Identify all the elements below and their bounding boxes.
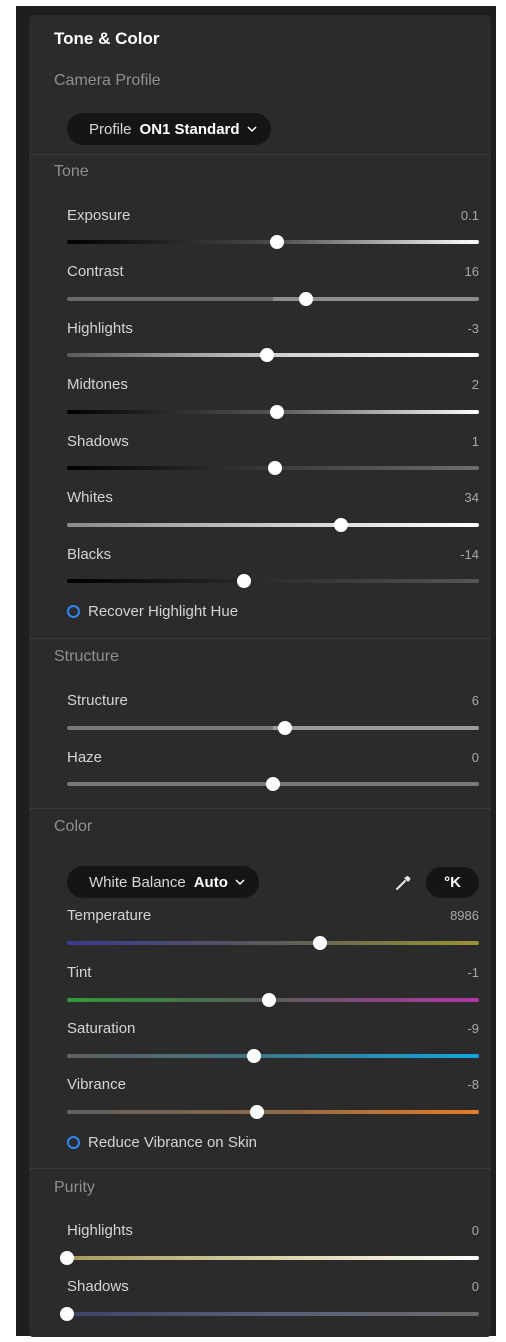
purity-highlights-slider-thumb[interactable] xyxy=(60,1251,74,1265)
section-divider xyxy=(29,1168,491,1169)
shadows-label: Shadows xyxy=(67,433,129,450)
exposure-slider-thumb[interactable] xyxy=(270,235,285,249)
saturation-slider-thumb[interactable] xyxy=(247,1049,262,1063)
color-section-title: Color xyxy=(54,818,93,835)
white-balance-value: Auto xyxy=(193,873,228,891)
highlights-label: Highlights xyxy=(67,320,133,337)
haze-label: Haze xyxy=(67,749,103,766)
vibrance-slider-thumb[interactable] xyxy=(249,1105,264,1119)
tint-slider-thumb[interactable] xyxy=(261,993,276,1007)
vibrance-value: -8 xyxy=(467,1077,479,1092)
camera-profile-section-title: Camera Profile xyxy=(54,72,161,89)
contrast-value: 16 xyxy=(464,264,479,279)
recover-highlight-hue-label: Recover Highlight Hue xyxy=(88,603,239,620)
saturation-slider[interactable] xyxy=(67,1049,479,1063)
exposure-slider[interactable] xyxy=(67,235,479,249)
recover-highlight-hue-checkbox[interactable]: Recover Highlight Hue xyxy=(67,603,238,620)
section-divider xyxy=(29,154,491,155)
whites-value: 34 xyxy=(464,490,479,505)
purity-highlights-label: Highlights xyxy=(67,1222,133,1239)
structure-value: 6 xyxy=(471,693,479,708)
tint-value: -1 xyxy=(467,965,479,980)
reduce-vibrance-on-skin-label: Reduce Vibrance on Skin xyxy=(88,1134,257,1151)
tint-slider[interactable] xyxy=(67,993,479,1007)
tone-color-panel: Tone & Color Camera Profile Profile ON1 … xyxy=(29,15,491,1337)
chevron-down-icon xyxy=(235,879,245,886)
checkbox-ring-icon xyxy=(67,605,80,618)
white-balance-label: White Balance xyxy=(89,873,186,891)
purity-shadows-slider-thumb[interactable] xyxy=(60,1307,74,1321)
purity-section-title: Purity xyxy=(54,1179,95,1196)
blacks-slider[interactable] xyxy=(67,574,479,588)
tint-label: Tint xyxy=(67,964,92,981)
highlights-value: -3 xyxy=(467,321,479,336)
purity-shadows-slider[interactable] xyxy=(60,1307,479,1321)
contrast-label: Contrast xyxy=(67,263,124,280)
highlights-slider-thumb[interactable] xyxy=(259,348,274,362)
blacks-slider-thumb[interactable] xyxy=(237,574,252,588)
profile-label: Profile xyxy=(89,120,132,138)
haze-value: 0 xyxy=(471,750,479,765)
checkbox-ring-icon xyxy=(67,1136,80,1149)
vibrance-label: Vibrance xyxy=(67,1076,126,1093)
profile-value: ON1 Standard xyxy=(139,120,240,138)
midtones-value: 2 xyxy=(471,377,479,392)
white-balance-dropdown[interactable]: White Balance Auto xyxy=(67,866,259,898)
section-divider xyxy=(29,638,491,639)
purity-highlights-value: 0 xyxy=(471,1223,479,1238)
structure-label: Structure xyxy=(67,692,128,709)
whites-slider[interactable] xyxy=(67,518,479,532)
exposure-label: Exposure xyxy=(67,207,131,224)
midtones-slider-thumb[interactable] xyxy=(270,405,285,419)
contrast-slider-thumb[interactable] xyxy=(298,292,313,306)
structure-slider-thumb[interactable] xyxy=(278,721,293,735)
haze-slider[interactable] xyxy=(67,777,479,791)
haze-slider-thumb[interactable] xyxy=(266,777,280,791)
whites-slider-thumb[interactable] xyxy=(333,518,348,532)
shadows-value: 1 xyxy=(471,434,479,449)
purity-shadows-value: 0 xyxy=(471,1279,479,1294)
eyedropper-icon[interactable] xyxy=(394,874,412,892)
saturation-value: -9 xyxy=(467,1021,479,1036)
midtones-label: Midtones xyxy=(67,376,128,393)
panel-title: Tone & Color xyxy=(54,29,160,48)
temperature-slider[interactable] xyxy=(67,936,479,950)
whites-label: Whites xyxy=(67,489,113,506)
temperature-label: Temperature xyxy=(67,907,152,924)
tone-section-title: Tone xyxy=(54,163,89,180)
temperature-value: 8986 xyxy=(450,908,479,923)
structure-section-title: Structure xyxy=(54,648,119,665)
section-divider xyxy=(29,808,491,809)
shadows-slider-thumb[interactable] xyxy=(268,461,283,475)
chevron-down-icon xyxy=(247,126,257,133)
contrast-slider[interactable] xyxy=(67,292,479,306)
vibrance-slider[interactable] xyxy=(67,1105,479,1119)
exposure-value: 0.1 xyxy=(460,208,479,223)
structure-slider[interactable] xyxy=(67,721,479,735)
kelvin-button[interactable]: °K xyxy=(426,867,479,898)
purity-shadows-label: Shadows xyxy=(67,1278,129,1295)
blacks-label: Blacks xyxy=(67,546,112,563)
temperature-slider-thumb[interactable] xyxy=(313,936,328,950)
profile-dropdown[interactable]: Profile ON1 Standard xyxy=(67,113,271,145)
midtones-slider[interactable] xyxy=(67,405,479,419)
purity-highlights-slider[interactable] xyxy=(60,1251,479,1265)
saturation-label: Saturation xyxy=(67,1020,136,1037)
blacks-value: -14 xyxy=(460,547,479,562)
shadows-slider[interactable] xyxy=(67,461,479,475)
reduce-vibrance-on-skin-checkbox[interactable]: Reduce Vibrance on Skin xyxy=(67,1134,257,1151)
highlights-slider[interactable] xyxy=(67,348,479,362)
